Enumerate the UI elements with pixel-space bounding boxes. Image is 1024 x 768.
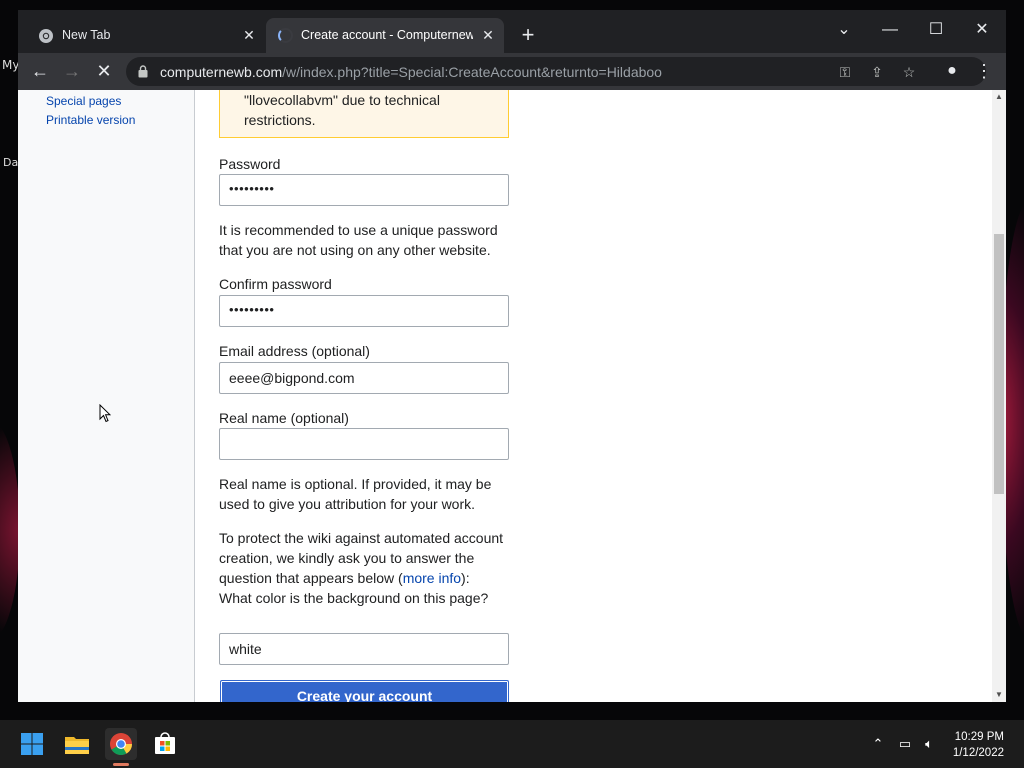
store-bag-icon [155, 732, 175, 754]
password-hint: It is recommended to use a unique passwo… [219, 222, 498, 258]
scroll-down-icon[interactable]: ▼ [992, 688, 1006, 702]
chrome-icon [39, 29, 53, 43]
password-label: Password [219, 156, 281, 172]
loading-spinner-icon [278, 28, 293, 43]
new-tab-button[interactable]: + [517, 24, 539, 46]
back-button[interactable]: ← [26, 57, 54, 85]
profile-icon[interactable]: ● [938, 57, 966, 85]
key-icon[interactable]: ⚿ [836, 63, 854, 81]
create-account-button[interactable]: Create your account [220, 680, 509, 702]
username-warning-box: "llovecollabvm" due to technical restric… [219, 90, 509, 138]
folder-icon [65, 737, 89, 754]
file-explorer-button[interactable] [61, 728, 93, 760]
captcha-answer-value: white [229, 641, 262, 657]
microsoft-store-button[interactable] [149, 728, 181, 760]
password-value: ••••••••• [229, 181, 275, 196]
captcha-answer-field[interactable]: white [219, 633, 509, 665]
warning-line: "llovecollabvm" due to technical [244, 92, 440, 108]
url-text: computernewb.com/w/index.php?title=Speci… [160, 64, 662, 80]
warning-text: "llovecollabvm" due to technical restric… [244, 90, 440, 130]
tab-new-tab[interactable]: New Tab ✕ [18, 18, 265, 53]
wallpaper-glow-left [0, 420, 20, 640]
real-name-label: Real name (optional) [219, 410, 349, 426]
wiki-sidebar: Special pages Printable version [18, 90, 195, 702]
taskbar-clock[interactable]: 10:29 PM 1/12/2022 [953, 729, 1004, 761]
minimize-button[interactable]: — [875, 16, 905, 44]
captcha-question: What color is the background on this pag… [219, 590, 489, 606]
tab-search-icon[interactable]: ⌄ [829, 16, 859, 44]
tab-create-account[interactable]: Create account - Computernewb ✕ [266, 18, 504, 53]
sidebar-item-special-pages[interactable]: Special pages [46, 94, 121, 108]
network-icon[interactable]: ▭ [896, 735, 914, 753]
star-icon[interactable]: ☆ [900, 63, 918, 81]
close-window-button[interactable]: ✕ [967, 16, 997, 44]
captcha-intro-end: ): [461, 570, 470, 586]
real-name-hint: Real name is optional. If provided, it m… [219, 476, 492, 512]
create-account-form: "llovecollabvm" due to technical restric… [196, 90, 992, 702]
page-scrollbar[interactable]: ▲ ▼ [992, 90, 1006, 702]
scrollbar-thumb[interactable] [994, 234, 1004, 494]
real-name-field[interactable] [219, 428, 509, 460]
address-bar[interactable]: computernewb.com/w/index.php?title=Speci… [126, 57, 986, 86]
url-host: computernewb.com [160, 64, 283, 80]
tab-strip: New Tab ✕ Create account - Computernewb … [18, 10, 1006, 53]
windows-icon [21, 733, 43, 755]
clock-date: 1/12/2022 [952, 747, 1004, 759]
more-info-link[interactable]: more info [403, 570, 461, 586]
desktop-icon-label[interactable]: My [2, 58, 19, 72]
tab-title: New Tab [62, 28, 111, 42]
sidebar-item-printable-version[interactable]: Printable version [46, 113, 135, 127]
web-page: Special pages Printable version "lloveco… [18, 90, 1006, 702]
forward-button[interactable]: → [58, 57, 86, 85]
volume-icon[interactable]: 🔈︎ [920, 735, 938, 753]
stop-loading-button[interactable]: ✕ [90, 57, 118, 85]
desktop-icon-label[interactable]: Da [3, 156, 18, 169]
warning-line: restrictions. [244, 112, 316, 128]
email-label: Email address (optional) [219, 343, 370, 359]
browser-window: New Tab ✕ Create account - Computernewb … [18, 10, 1006, 702]
menu-icon[interactable]: ⋮ [970, 57, 998, 85]
email-field[interactable]: eeee@bigpond.com [219, 362, 509, 394]
scroll-up-icon[interactable]: ▲ [992, 90, 1006, 104]
chrome-icon [110, 733, 132, 755]
taskbar: ⌃ ▭ 🔈︎ 10:29 PM 1/12/2022 [0, 720, 1024, 768]
share-icon[interactable]: ⇪ [868, 63, 886, 81]
url-path: /w/index.php?title=Special:CreateAccount… [282, 64, 662, 80]
close-icon[interactable]: ✕ [241, 27, 257, 43]
confirm-password-value: ••••••••• [229, 302, 275, 317]
confirm-password-field[interactable]: ••••••••• [219, 295, 509, 327]
confirm-password-label: Confirm password [219, 276, 332, 292]
captcha-intro: To protect the wiki against automated ac… [219, 528, 511, 608]
start-button[interactable] [16, 728, 48, 760]
browser-toolbar: ← → ✕ computernewb.com/w/index.php?title… [18, 53, 1006, 90]
close-icon[interactable]: ✕ [480, 27, 496, 43]
clock-time: 10:29 PM [954, 731, 1004, 743]
tab-title: Create account - Computernewb [301, 28, 473, 42]
active-app-indicator [113, 763, 129, 766]
email-value: eeee@bigpond.com [229, 370, 355, 386]
mouse-cursor-icon [99, 404, 111, 423]
lock-icon [138, 65, 148, 78]
chevron-up-icon[interactable]: ⌃ [869, 735, 887, 753]
password-field[interactable]: ••••••••• [219, 174, 509, 206]
chrome-taskbar-button[interactable] [105, 728, 137, 760]
maximize-button[interactable]: ☐ [921, 16, 951, 44]
